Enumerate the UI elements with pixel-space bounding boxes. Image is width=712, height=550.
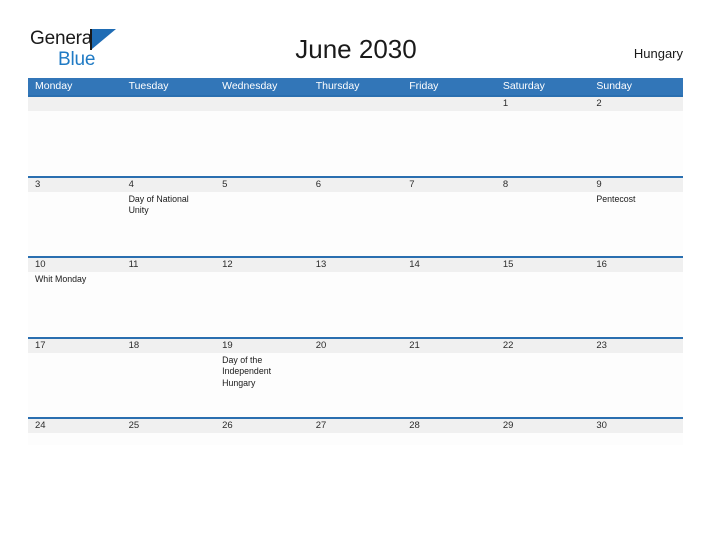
day-number[interactable]: 16 xyxy=(589,258,683,272)
day-number[interactable]: 9 xyxy=(589,178,683,192)
week-row: 3 4 5 6 7 8 9 Day of National Unity Pent… xyxy=(28,175,683,257)
day-number[interactable]: 29 xyxy=(496,419,590,433)
day-event xyxy=(589,111,683,175)
day-event xyxy=(122,111,216,175)
day-number[interactable]: 3 xyxy=(28,178,122,192)
day-event xyxy=(589,272,683,336)
day-number[interactable]: 30 xyxy=(589,419,683,433)
day-event xyxy=(309,111,403,175)
day-number-band: 24 25 26 27 28 29 30 xyxy=(28,419,683,433)
day-event-band: Day of the Independent Hungary xyxy=(28,352,683,417)
day-event-band xyxy=(28,433,683,445)
day-number[interactable] xyxy=(215,97,309,111)
day-event xyxy=(496,192,590,256)
day-number[interactable]: 19 xyxy=(215,339,309,353)
day-number[interactable] xyxy=(122,97,216,111)
day-event xyxy=(402,353,496,417)
day-event-band xyxy=(28,111,683,175)
day-event: Whit Monday xyxy=(35,274,87,284)
week-row: 17 18 19 20 21 22 23 Day of the Independ… xyxy=(28,336,683,418)
day-number[interactable] xyxy=(28,97,122,111)
day-event xyxy=(402,192,496,256)
day-event xyxy=(309,272,403,336)
day-number[interactable]: 12 xyxy=(215,258,309,272)
day-number[interactable] xyxy=(309,97,403,111)
day-number-band: 10 11 12 13 14 15 16 xyxy=(28,258,683,272)
day-event xyxy=(122,353,216,417)
day-number[interactable]: 13 xyxy=(309,258,403,272)
weekday-header-tuesday: Tuesday xyxy=(128,80,169,92)
day-event xyxy=(215,433,309,445)
day-number[interactable]: 7 xyxy=(402,178,496,192)
day-number[interactable]: 27 xyxy=(309,419,403,433)
day-number[interactable]: 26 xyxy=(215,419,309,433)
day-number[interactable]: 8 xyxy=(496,178,590,192)
day-event xyxy=(309,433,403,445)
day-event xyxy=(496,111,590,175)
day-event: Day of National Unity xyxy=(128,193,189,216)
day-event xyxy=(122,272,216,336)
day-event: Day of the Independent Hungary xyxy=(222,354,272,388)
day-number-band: 17 18 19 20 21 22 23 xyxy=(28,338,683,353)
day-event xyxy=(122,433,216,445)
day-number[interactable]: 6 xyxy=(309,178,403,192)
day-number[interactable]: 10 xyxy=(28,258,122,272)
page-title: June 2030 xyxy=(295,34,417,64)
country-label: Hungary xyxy=(633,46,683,61)
day-event xyxy=(309,353,403,417)
weekday-header-wednesday: Wednesday xyxy=(222,80,278,92)
day-event xyxy=(215,111,309,175)
week-row: 1 2 xyxy=(28,95,683,176)
day-event xyxy=(309,192,403,256)
weekday-header-row: Monday Tuesday Wednesday Thursday Friday… xyxy=(28,78,683,95)
day-event-band: Whit Monday xyxy=(28,272,683,336)
day-number[interactable]: 14 xyxy=(402,258,496,272)
day-number[interactable]: 1 xyxy=(496,97,590,111)
day-number[interactable]: 23 xyxy=(589,339,683,353)
day-event xyxy=(496,433,590,445)
day-event xyxy=(589,433,683,445)
weekday-header-thursday: Thursday xyxy=(315,80,360,92)
day-event xyxy=(589,353,683,417)
day-event xyxy=(215,192,309,256)
day-number[interactable]: 17 xyxy=(28,339,122,353)
day-number[interactable]: 5 xyxy=(215,178,309,192)
day-event xyxy=(496,272,590,336)
day-number[interactable]: 2 xyxy=(589,97,683,111)
day-event xyxy=(402,111,496,175)
day-number[interactable]: 15 xyxy=(496,258,590,272)
day-event xyxy=(28,353,122,417)
day-number-band: 3 4 5 6 7 8 9 xyxy=(28,177,683,192)
day-number[interactable]: 18 xyxy=(122,339,216,353)
day-event xyxy=(402,272,496,336)
day-number[interactable]: 11 xyxy=(122,258,216,272)
weekday-header-sunday: Sunday xyxy=(596,80,632,92)
day-number[interactable] xyxy=(402,97,496,111)
day-number[interactable]: 21 xyxy=(402,339,496,353)
weekday-header-monday: Monday xyxy=(35,80,73,92)
day-number[interactable]: 20 xyxy=(309,339,403,353)
day-event-band: Day of National Unity Pentecost xyxy=(28,191,683,256)
day-event xyxy=(215,272,309,336)
day-event: Pentecost xyxy=(596,193,636,204)
day-number[interactable]: 4 xyxy=(122,178,216,192)
day-number[interactable]: 25 xyxy=(122,419,216,433)
day-event xyxy=(28,111,122,175)
weekday-header-saturday: Saturday xyxy=(502,80,545,92)
day-number[interactable]: 24 xyxy=(28,419,122,433)
weekday-header-friday: Friday xyxy=(409,80,439,92)
calendar-grid: Monday Tuesday Wednesday Thursday Friday… xyxy=(28,78,683,445)
calendar-page: General Blue June 2030 Hungary Monday Tu… xyxy=(0,0,712,550)
day-number[interactable]: 22 xyxy=(496,339,590,353)
day-event xyxy=(28,433,122,445)
day-number[interactable]: 28 xyxy=(402,419,496,433)
day-event xyxy=(402,433,496,445)
week-row: 24 25 26 27 28 29 30 xyxy=(28,417,683,445)
week-row: 10 11 12 13 14 15 16 Whit Monday xyxy=(28,256,683,337)
day-number-band: 1 2 xyxy=(28,97,683,111)
day-event xyxy=(28,192,122,256)
page-header: General Blue June 2030 Hungary xyxy=(0,0,712,78)
day-event xyxy=(496,353,590,417)
